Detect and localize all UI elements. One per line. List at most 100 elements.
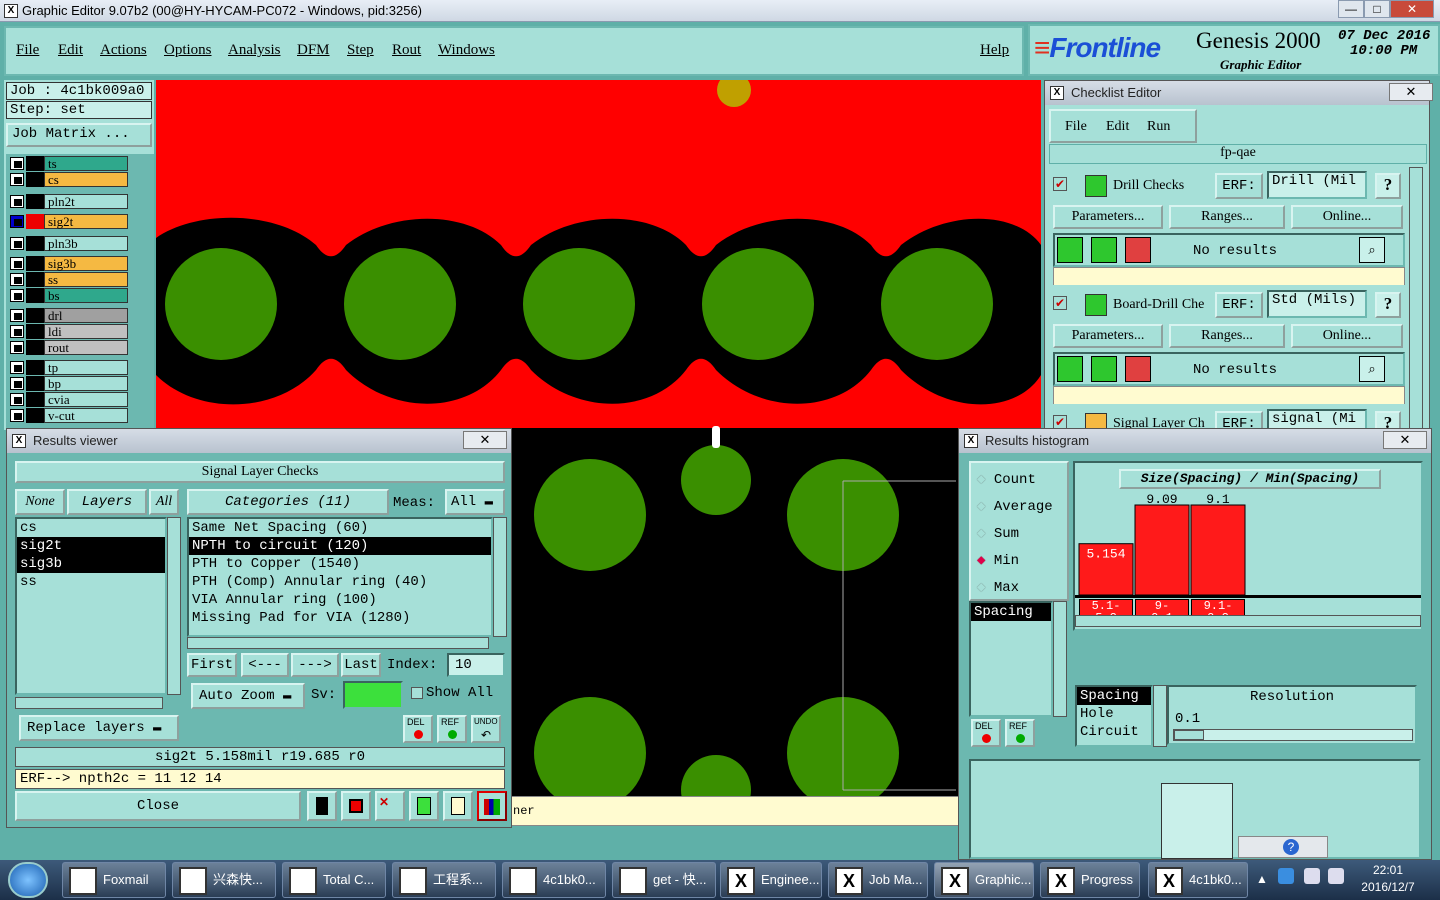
layer-color-swatch[interactable] — [26, 214, 44, 229]
layer-name[interactable]: v-cut — [44, 408, 128, 423]
taskbar-item[interactable]: X Enginee... — [720, 862, 822, 898]
hist-ref-button[interactable]: REF — [1005, 719, 1035, 747]
run-step-icon[interactable] — [1091, 356, 1117, 382]
menu-edit[interactable]: Edit — [58, 42, 83, 59]
layer-checkbox[interactable] — [10, 157, 24, 170]
ref-button[interactable]: REF — [437, 715, 467, 743]
layers-button[interactable]: Layers — [67, 489, 147, 515]
layer-row-sig2t[interactable]: sig2t — [10, 214, 128, 229]
menu-step[interactable]: Step — [347, 42, 374, 59]
layer-result-list[interactable]: cs sig2t sig3b ss — [15, 517, 167, 695]
category-hscrollbar[interactable] — [187, 637, 489, 649]
category-item[interactable]: VIA Annular ring (100) — [189, 591, 491, 609]
result-layer-item[interactable]: sig2t — [17, 537, 165, 555]
layer-color-swatch[interactable] — [26, 172, 44, 187]
prev-button[interactable]: <--- — [241, 653, 289, 677]
layer-checkbox[interactable] — [10, 393, 24, 406]
result-layer-item[interactable]: sig3b — [17, 555, 165, 573]
category-item[interactable]: NPTH to circuit (120) — [189, 537, 491, 555]
mode-radio-min[interactable]: ◆ Min — [977, 552, 1019, 569]
layer-color-swatch[interactable] — [26, 340, 44, 355]
checklist-menu-file[interactable]: File — [1065, 119, 1087, 135]
layer-checkbox[interactable] — [10, 215, 24, 228]
taskbar-item[interactable]: X Progress — [1040, 862, 1140, 898]
layer-checkbox[interactable] — [10, 273, 24, 286]
all-button[interactable]: All — [149, 489, 179, 515]
spacing-item[interactable]: Spacing — [971, 603, 1051, 621]
layer-name[interactable]: bp — [44, 376, 128, 391]
taskbar-item[interactable]: 工程系... — [392, 862, 496, 898]
layer-name[interactable]: cvia — [44, 392, 128, 407]
layer-name[interactable]: pln3b — [44, 236, 128, 251]
first-button[interactable]: First — [187, 653, 237, 677]
histogram-bar[interactable] — [1134, 504, 1190, 596]
meas-select[interactable]: All ▬ — [445, 489, 505, 515]
check-enable-checkbox[interactable]: ✔ — [1053, 296, 1067, 310]
layer-color-swatch[interactable] — [26, 376, 44, 391]
checklist-close-button[interactable]: ✕ — [1389, 83, 1433, 101]
bar-chart-icon[interactable] — [307, 791, 337, 821]
layer-color-swatch[interactable] — [26, 256, 44, 271]
layer-name[interactable]: ss — [44, 272, 128, 287]
online-button[interactable]: Online... — [1291, 324, 1403, 348]
help-icon[interactable]: ? — [1283, 839, 1299, 855]
layer-checkbox[interactable] — [10, 237, 24, 250]
layer-checkbox[interactable] — [10, 341, 24, 354]
type-item[interactable]: Spacing — [1077, 687, 1151, 705]
type-item[interactable]: Hole — [1077, 705, 1151, 723]
tray-ime-icon[interactable] — [1304, 868, 1320, 884]
report-icon[interactable] — [443, 791, 473, 821]
job-matrix-button[interactable]: Job Matrix ... — [6, 123, 152, 147]
menu-file[interactable]: File — [16, 42, 39, 59]
ranges-button[interactable]: Ranges... — [1169, 205, 1285, 229]
taskbar-item[interactable]: X Job Ma... — [828, 862, 928, 898]
help-button[interactable]: ? — [1375, 173, 1401, 199]
spacing-scrollbar[interactable] — [1053, 601, 1067, 717]
category-scrollbar[interactable] — [493, 517, 507, 637]
taskbar-item[interactable]: 4c1bk0... — [502, 862, 606, 898]
layer-color-swatch[interactable] — [26, 194, 44, 209]
layer-color-swatch[interactable] — [26, 308, 44, 323]
layer-name[interactable]: tp — [44, 360, 128, 375]
histogram-hscrollbar[interactable] — [1075, 615, 1421, 627]
minimize-button[interactable]: — — [1338, 0, 1364, 18]
type-item[interactable]: Circuit — [1077, 723, 1151, 741]
check-enable-checkbox[interactable]: ✔ — [1053, 177, 1067, 191]
online-button[interactable]: Online... — [1291, 205, 1403, 229]
taskbar-item[interactable]: X Graphic... — [934, 862, 1034, 898]
layer-row-ss[interactable]: ss — [10, 272, 128, 287]
mode-radio-max[interactable]: ◆ Max — [977, 579, 1019, 596]
compare-icon[interactable] — [409, 791, 439, 821]
category-list[interactable]: Same Net Spacing (60) NPTH to circuit (12… — [187, 517, 493, 637]
check-enable-checkbox[interactable]: ✔ — [1053, 415, 1067, 429]
magnify-icon[interactable]: ⌕ — [1359, 356, 1385, 382]
layer-scrollbar[interactable] — [167, 517, 181, 695]
erf-field[interactable]: Std (Mils) — [1267, 290, 1367, 318]
maximize-button[interactable]: □ — [1364, 0, 1390, 18]
layer-color-swatch[interactable] — [26, 236, 44, 251]
checklist-menu-edit[interactable]: Edit — [1106, 119, 1129, 135]
mode-radio-average[interactable]: ◆ Average — [977, 498, 1053, 515]
auto-zoom-select[interactable]: Auto Zoom ▬ — [191, 683, 305, 709]
layer-color-swatch[interactable] — [26, 156, 44, 171]
index-input[interactable]: 10 — [447, 653, 505, 677]
menu-windows[interactable]: Windows — [438, 42, 495, 59]
category-item[interactable]: PTH (Comp) Annular ring (40) — [189, 573, 491, 591]
layer-name[interactable]: bs — [44, 288, 128, 303]
taskbar-item[interactable]: get - 快... — [612, 862, 716, 898]
histogram-bar[interactable] — [1190, 504, 1246, 596]
run-step-icon[interactable] — [1091, 237, 1117, 263]
layer-name[interactable]: sig2t — [44, 214, 128, 229]
spacing-list[interactable]: Spacing — [969, 601, 1053, 717]
checklist-menu-run[interactable]: Run — [1147, 119, 1170, 135]
layer-checkbox[interactable] — [10, 195, 24, 208]
layer-row-pln2t[interactable]: pln2t — [10, 194, 128, 209]
results-viewer-close-x[interactable]: ✕ — [463, 431, 507, 449]
parameters-button[interactable]: Parameters... — [1053, 205, 1163, 229]
none-button[interactable]: None — [15, 489, 65, 515]
result-layer-item[interactable]: ss — [17, 573, 165, 591]
category-item[interactable]: Same Net Spacing (60) — [189, 519, 491, 537]
magnify-icon[interactable]: ⌕ — [1359, 237, 1385, 263]
tray-volume-icon[interactable] — [1328, 868, 1344, 884]
layer-color-swatch[interactable] — [26, 360, 44, 375]
